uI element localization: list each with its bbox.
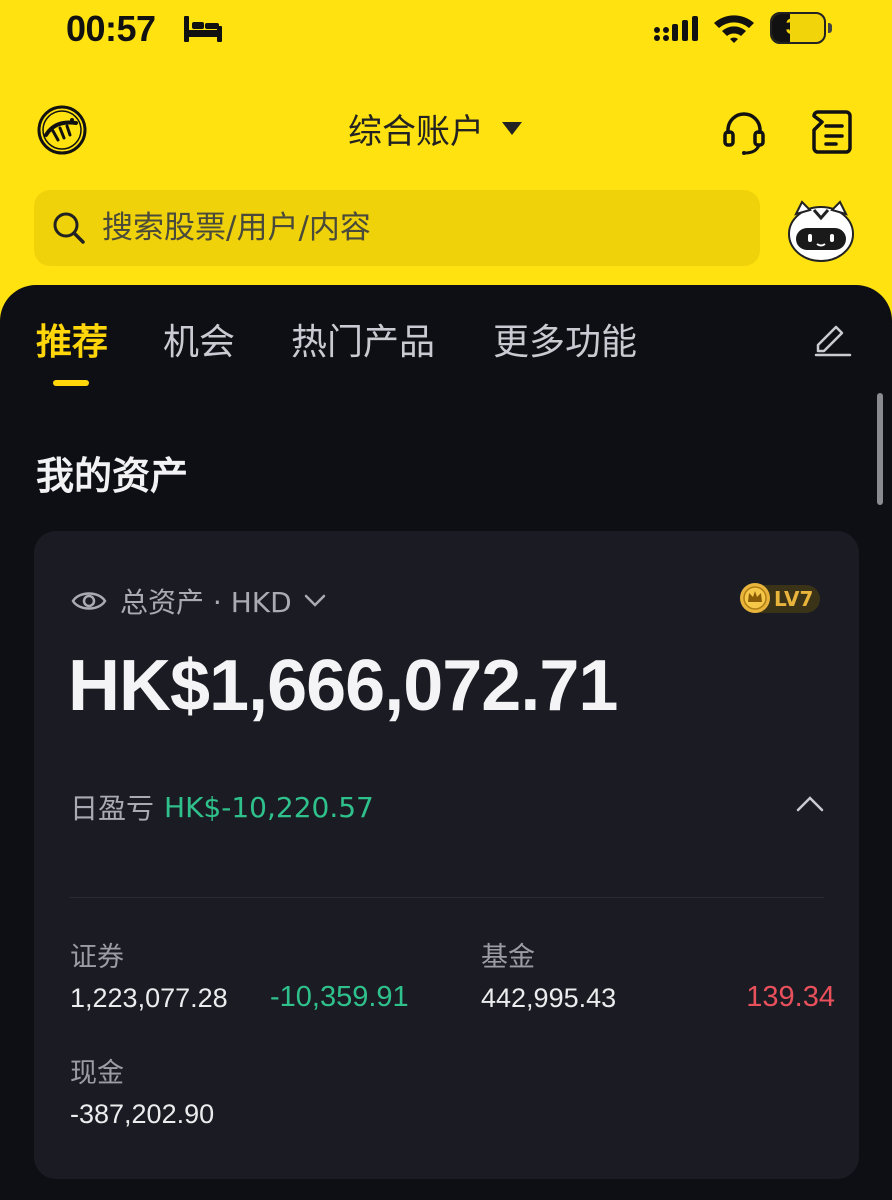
divider bbox=[70, 897, 824, 898]
tab-opportunities[interactable]: 机会 bbox=[163, 313, 235, 365]
daily-pl-label: 日盈亏 bbox=[70, 792, 155, 825]
daily-pl-value: HK$-10,220.57 bbox=[164, 790, 374, 824]
edit-tabs-icon[interactable] bbox=[812, 317, 852, 357]
search-icon bbox=[53, 212, 85, 244]
securities-label: 证券 bbox=[70, 942, 124, 973]
daily-pl-row: 日盈亏 HK$-10,220.57 bbox=[70, 787, 374, 827]
app-screen: 00:57 34 综合账户 搜索股票/用户/内容 推荐 机会 热门产品 更多功能… bbox=[0, 0, 892, 1200]
crown-coin-icon bbox=[740, 583, 770, 613]
eye-icon[interactable] bbox=[70, 587, 108, 615]
total-assets-label: 总资产 · HKD bbox=[120, 586, 292, 619]
tiger-logo-icon[interactable] bbox=[36, 104, 88, 156]
funds-change: 139.34 bbox=[746, 981, 835, 1013]
level-label: LV7 bbox=[774, 587, 814, 611]
assets-card[interactable]: 总资产 · HKD LV7 HK$1,666,072.71 日盈亏 HK$-10… bbox=[34, 531, 859, 1179]
messages-icon[interactable] bbox=[808, 106, 856, 156]
funds-value: 442,995.43 bbox=[481, 983, 617, 1013]
tab-bar: 推荐 机会 热门产品 更多功能 bbox=[0, 285, 892, 395]
tab-recommended[interactable]: 推荐 bbox=[36, 313, 108, 365]
section-title: 我的资产 bbox=[36, 454, 189, 498]
funds-label: 基金 bbox=[481, 942, 535, 973]
tab-more-features[interactable]: 更多功能 bbox=[493, 313, 637, 365]
total-assets-amount: HK$1,666,072.71 bbox=[68, 646, 618, 726]
securities-value: 1,223,077.28 bbox=[70, 983, 228, 1013]
wifi-icon bbox=[714, 15, 754, 43]
signal-icon bbox=[654, 16, 698, 41]
bed-icon bbox=[184, 16, 222, 42]
chevron-down-icon[interactable] bbox=[304, 594, 326, 608]
total-assets-header[interactable]: 总资产 · HKD bbox=[70, 583, 326, 619]
securities-change: -10,359.91 bbox=[270, 981, 409, 1013]
search-bar[interactable] bbox=[34, 190, 760, 266]
level-badge[interactable]: LV7 bbox=[738, 581, 820, 615]
tab-hot-products[interactable]: 热门产品 bbox=[291, 313, 435, 365]
status-bar: 00:57 34 bbox=[0, 0, 892, 60]
cash-value: -387,202.90 bbox=[70, 1099, 215, 1129]
battery-indicator: 34 bbox=[770, 12, 832, 44]
caret-down-icon bbox=[502, 121, 522, 135]
active-tab-indicator bbox=[53, 380, 89, 386]
battery-level: 34 bbox=[785, 14, 811, 39]
headset-icon[interactable] bbox=[720, 108, 768, 156]
assistant-mascot-icon[interactable] bbox=[786, 198, 856, 264]
account-title: 综合账户 bbox=[348, 111, 484, 152]
account-switcher[interactable]: 综合账户 bbox=[348, 106, 522, 152]
search-input[interactable] bbox=[102, 210, 702, 246]
cash-label: 现金 bbox=[70, 1058, 124, 1089]
status-time: 00:57 bbox=[66, 8, 156, 49]
app-header: 综合账户 bbox=[0, 88, 892, 168]
chevron-up-icon[interactable] bbox=[796, 795, 824, 813]
home-panel: 推荐 机会 热门产品 更多功能 我的资产 总资产 · HKD LV7 HK$1,… bbox=[0, 285, 892, 1200]
scrollbar[interactable] bbox=[877, 393, 883, 505]
